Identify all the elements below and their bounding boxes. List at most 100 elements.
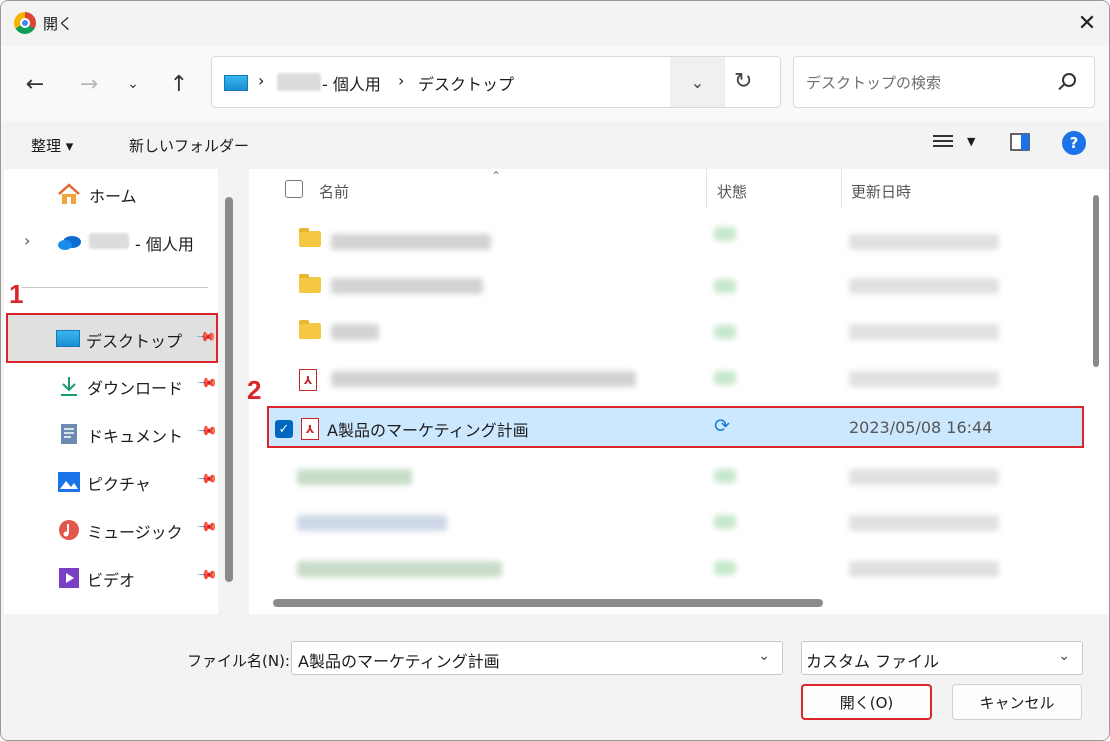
command-bar: 整理 ▾ 新しいフォルダー ▼ — [1, 121, 1109, 169]
file-list-horizontal-scrollbar[interactable] — [273, 599, 823, 607]
file-name-value[interactable]: A製品のマーケティング計画 — [298, 648, 500, 672]
file-list-vertical-scrollbar[interactable] — [1093, 195, 1099, 367]
search-input[interactable]: デスクトップの検索 — [806, 72, 941, 93]
recent-locations-button[interactable]: ⌄ — [115, 66, 151, 102]
chevron-right-icon: › — [258, 71, 265, 90]
sidebar-item-videos[interactable]: ビデオ 📌 — [9, 555, 218, 599]
sidebar-item-desktop[interactable]: デスクトップ 📌 — [6, 313, 218, 363]
address-dropdown-button[interactable]: ⌄ — [670, 57, 725, 107]
redacted-file-name — [331, 278, 483, 294]
search-box[interactable]: デスクトップの検索 — [793, 56, 1095, 108]
annotation-marker-2: 2 — [247, 375, 262, 405]
navigation-pane-scrollbar-thumb[interactable] — [225, 197, 233, 582]
redacted-file-name — [331, 234, 491, 250]
sidebar-item-downloads[interactable]: ダウンロード 📌 — [9, 363, 219, 407]
column-divider[interactable] — [841, 169, 842, 209]
column-header-modified[interactable]: 更新日時 — [851, 181, 911, 202]
preview-pane-icon[interactable] — [1010, 133, 1030, 151]
desktop-icon — [56, 330, 80, 347]
list-item[interactable] — [269, 455, 1084, 499]
chevron-down-icon[interactable]: ⌄ — [1058, 648, 1070, 664]
list-item[interactable] — [269, 501, 1084, 545]
open-button[interactable]: 開く(O) — [801, 684, 932, 720]
file-modified-date: 2023/05/08 16:44 — [849, 418, 993, 437]
list-item[interactable] — [269, 265, 1084, 309]
sync-icon: ⟳ — [714, 415, 730, 437]
chevron-down-icon[interactable]: ⌄ — [758, 648, 770, 664]
refresh-icon[interactable]: ↻ — [734, 69, 752, 94]
redacted-user-name — [89, 233, 129, 249]
pictures-icon — [58, 472, 80, 492]
desktop-icon — [224, 75, 248, 91]
redacted-status-icon — [714, 371, 736, 385]
address-bar[interactable]: › - 個人用 › デスクトップ ⌄ ↻ — [211, 56, 781, 108]
redacted-user-name — [277, 73, 321, 91]
organize-menu-button[interactable]: 整理 ▾ — [31, 135, 73, 156]
video-icon — [59, 568, 79, 588]
sidebar-item-label: ドキュメント — [87, 427, 184, 446]
file-name: A製品のマーケティング計画 — [327, 421, 529, 440]
redacted-status-icon — [714, 279, 736, 293]
redacted-status-icon — [714, 227, 736, 241]
redacted-date — [849, 561, 999, 577]
up-button[interactable]: ↑ — [161, 66, 197, 102]
navigation-pane-list: ホーム › - 個人用 デスクトップ 📌 ダウンロード 📌 ドキュメント 📌 ピ… — [4, 169, 218, 614]
redacted-status-icon — [714, 469, 736, 483]
close-button[interactable]: ✕ — [1063, 1, 1109, 46]
chevron-right-icon[interactable]: › — [24, 231, 30, 250]
chevron-down-icon[interactable]: ▼ — [967, 135, 975, 148]
cancel-button[interactable]: キャンセル — [952, 684, 1082, 720]
help-icon[interactable]: ? — [1062, 131, 1086, 155]
breadcrumb-onedrive[interactable]: - 個人用 — [322, 71, 381, 95]
pin-icon: 📌 — [196, 468, 219, 491]
new-folder-button[interactable]: 新しいフォルダー — [129, 135, 249, 156]
pin-icon: 📌 — [196, 372, 219, 395]
pin-icon: 📌 — [196, 516, 219, 539]
pdf-file-icon: ⅄ — [301, 418, 319, 440]
music-icon — [59, 520, 79, 540]
sort-ascending-icon: ⌃ — [491, 169, 502, 183]
select-all-checkbox[interactable] — [285, 180, 303, 198]
file-name-field[interactable]: A製品のマーケティング計画 ⌄ — [291, 641, 783, 675]
home-icon — [58, 183, 80, 204]
list-item[interactable] — [269, 547, 1084, 591]
sidebar-item-label: - 個人用 — [135, 235, 194, 254]
list-item[interactable] — [269, 219, 1084, 263]
sidebar-item-label: ミュージック — [87, 523, 183, 542]
list-item[interactable] — [269, 311, 1084, 355]
pdf-file-icon: ⅄ — [299, 369, 317, 391]
folder-icon — [299, 274, 321, 293]
sidebar-item-onedrive[interactable]: › - 個人用 — [9, 219, 217, 263]
column-header-name[interactable]: 名前 — [319, 181, 349, 202]
column-header-status[interactable]: 状態 — [717, 181, 747, 202]
file-type-select[interactable]: カスタム ファイル ⌄ — [801, 641, 1083, 675]
view-options-icon[interactable] — [933, 135, 953, 151]
redacted-status-icon — [714, 561, 736, 575]
folder-icon — [299, 228, 321, 247]
chevron-right-icon: › — [398, 71, 405, 90]
open-file-dialog: 開く ✕ ← → ⌄ ↑ › - 個人用 › デスクトップ ⌄ ↻ デスクトップ… — [0, 0, 1110, 741]
list-item[interactable]: ⅄ — [269, 357, 1084, 401]
column-divider[interactable] — [706, 169, 707, 209]
redacted-date — [849, 324, 999, 340]
forward-button[interactable]: → — [71, 66, 107, 102]
search-icon — [1062, 73, 1076, 87]
redacted-file-name — [297, 469, 412, 485]
sidebar-item-music[interactable]: ミュージック 📌 — [9, 507, 219, 551]
breadcrumb-desktop[interactable]: デスクトップ — [418, 71, 514, 95]
sidebar-item-label: ダウンロード — [87, 379, 184, 398]
sidebar-item-label: ピクチャ — [87, 475, 151, 494]
redacted-file-name — [297, 561, 502, 577]
row-checkbox[interactable]: ✓ — [275, 420, 293, 438]
redacted-status-icon — [714, 325, 736, 339]
table-row-selected[interactable]: ✓ ⅄ A製品のマーケティング計画 ⟳ 2023/05/08 16:44 — [267, 406, 1084, 448]
file-type-value: カスタム ファイル — [806, 652, 940, 671]
sidebar-item-home[interactable]: ホーム — [9, 171, 217, 215]
redacted-date — [849, 469, 999, 485]
sidebar-item-label: ホーム — [89, 187, 137, 206]
sidebar-item-documents[interactable]: ドキュメント 📌 — [9, 411, 218, 455]
redacted-file-name — [331, 324, 379, 340]
folder-icon — [299, 320, 321, 339]
back-button[interactable]: ← — [17, 66, 53, 102]
sidebar-item-pictures[interactable]: ピクチャ 📌 — [9, 459, 219, 503]
